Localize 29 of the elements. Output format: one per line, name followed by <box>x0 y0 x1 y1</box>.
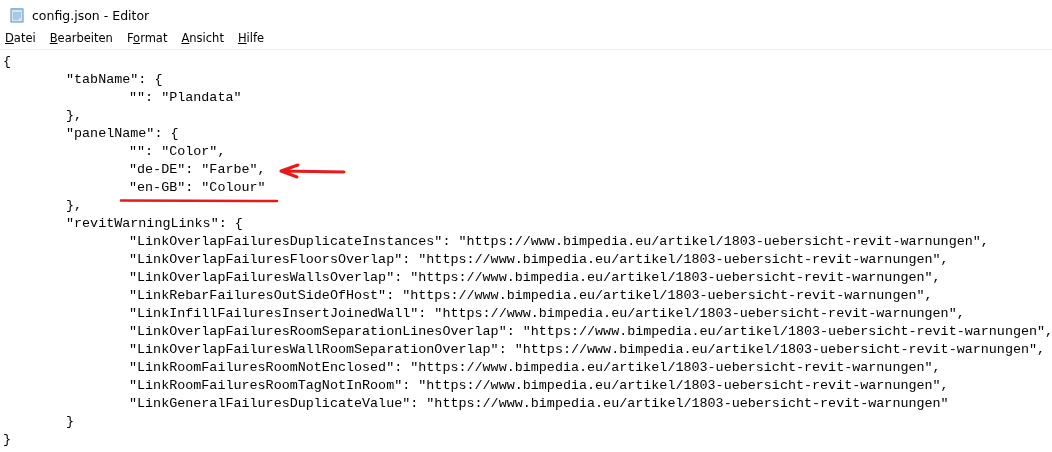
code-line: "tabName": { <box>66 71 163 89</box>
code-line: "LinkRoomFailuresRoomTagNotInRoom": "https://www.bimpedia.eu/artikel/1803-uebersicht-revit-warnungen", <box>129 377 949 395</box>
code-line: "LinkOverlapFailuresDuplicateInstances": "https://www.bimpedia.eu/artikel/1803-uebersicht-revit-warnungen", <box>129 233 989 251</box>
code-line: }, <box>66 107 83 125</box>
window-title: config.json - Editor <box>32 7 150 23</box>
code-line: "": "Plandata" <box>129 89 242 107</box>
code-line: "en-GB": "Colour" <box>129 179 266 197</box>
code-line: "LinkRebarFailuresOutSideOfHost": "https://www.bimpedia.eu/artikel/1803-uebersicht-revit-warnungen", <box>129 287 933 305</box>
menu-item[interactable]: Hilfe <box>237 31 265 45</box>
menu-item[interactable]: Ansicht <box>181 31 224 45</box>
menu-item[interactable]: Format <box>126 31 168 45</box>
menu-item[interactable]: Datei <box>5 31 36 45</box>
code-line: "panelName": { <box>66 125 179 143</box>
code-line: "LinkOverlapFailuresWallRoomSeparationOverlap": "https://www.bimpedia.eu/artikel/1803-uebersicht-revit-warnungen", <box>129 341 1046 359</box>
notepad-icon <box>9 7 25 23</box>
code-line: "de-DE": "Farbe", <box>129 161 266 179</box>
code-line: }, <box>66 197 83 215</box>
menu-item[interactable]: Bearbeiten <box>49 31 113 45</box>
code-line: "LinkOverlapFailuresWallsOverlap": "https://www.bimpedia.eu/artikel/1803-uebersicht-revit-warnungen", <box>129 269 941 287</box>
code-line: "": "Color", <box>129 143 226 161</box>
code-line: "LinkRoomFailuresRoomNotEnclosed": "https://www.bimpedia.eu/artikel/1803-uebersicht-revit-warnungen", <box>129 359 941 377</box>
code-line: "LinkOverlapFailuresFloorsOverlap": "https://www.bimpedia.eu/artikel/1803-uebersicht-revit-warnungen", <box>129 251 949 269</box>
code-line: "LinkGeneralFailuresDuplicateValue": "https://www.bimpedia.eu/artikel/1803-uebersicht-revit-warnungen" <box>129 395 949 413</box>
code-line: } <box>66 413 75 431</box>
code-line: "LinkInfillFailuresInsertJoinedWall": "https://www.bimpedia.eu/artikel/1803-uebersicht-revit-warnungen", <box>129 305 965 323</box>
code-line: "revitWarningLinks": { <box>66 215 243 233</box>
code-line: } <box>3 431 12 449</box>
code-line: { <box>3 53 12 71</box>
code-line: "LinkOverlapFailuresRoomSeparationLinesOverlap": "https://www.bimpedia.eu/artikel/1803-uebersicht-revit-warnungen", <box>129 323 1052 341</box>
